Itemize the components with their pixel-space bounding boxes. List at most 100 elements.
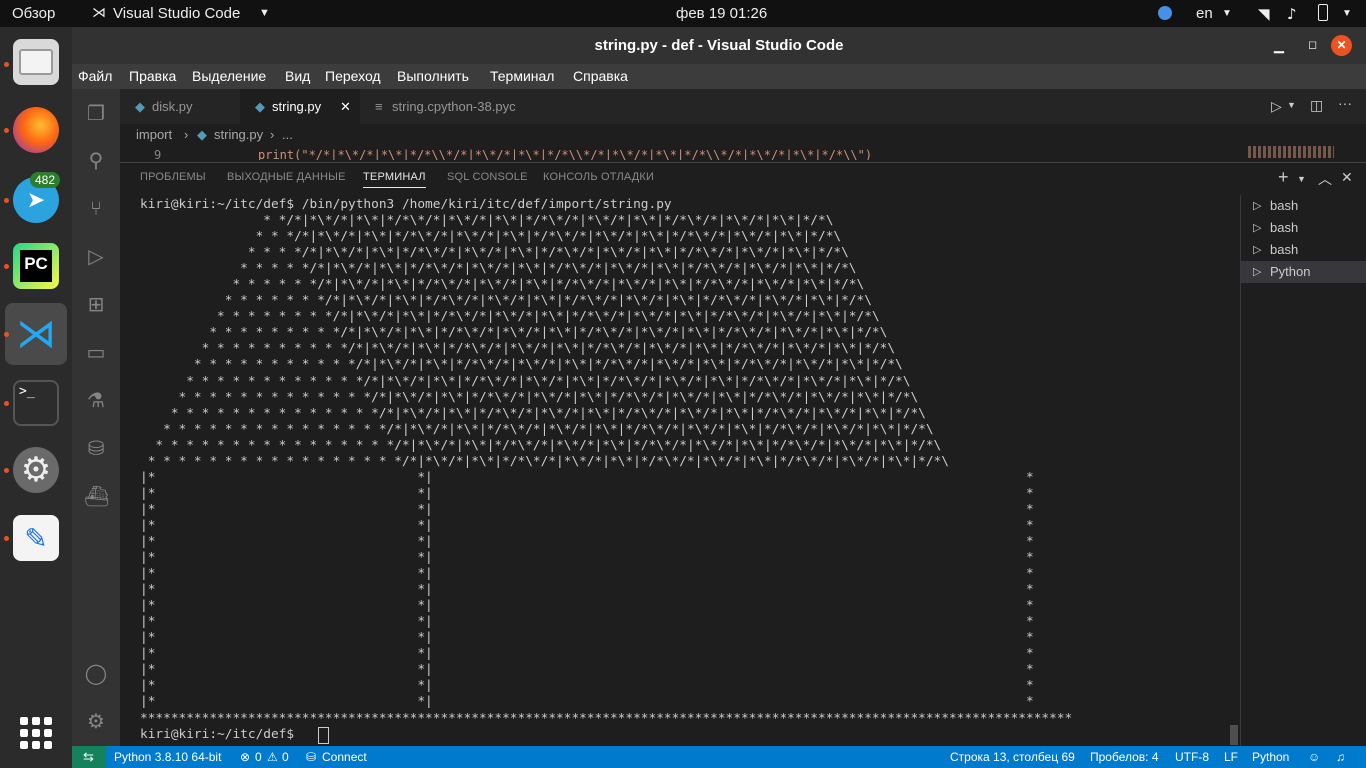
terminal-cursor xyxy=(318,727,329,744)
breadcrumb-file[interactable]: string.py xyxy=(214,124,263,146)
chevron-right-icon: › xyxy=(184,127,189,142)
menu-view[interactable]: Вид xyxy=(285,68,310,84)
wifi-icon[interactable]: ◥ xyxy=(1258,5,1270,23)
menu-go[interactable]: Переход xyxy=(325,68,381,84)
bottom-panel: ПРОБЛЕМЫ ВЫХОДНЫЕ ДАННЫЕ ТЕРМИНАЛ SQL CO… xyxy=(120,162,1366,747)
search-icon[interactable]: ⚲ xyxy=(84,148,108,172)
feedback-icon[interactable]: ☺ xyxy=(1308,750,1320,764)
database-icon[interactable]: ⛁ xyxy=(84,436,108,460)
running-indicator xyxy=(4,264,9,269)
terminal-session-active[interactable]: ▷ Python xyxy=(1241,261,1366,283)
close-panel-icon[interactable]: ✕ xyxy=(1341,169,1353,186)
run-options-chevron-icon[interactable]: ▼ xyxy=(1287,100,1296,110)
tab-disk-py[interactable]: ◆ disk.py xyxy=(120,89,240,124)
notification-icon[interactable] xyxy=(1158,6,1172,20)
firefox-icon[interactable] xyxy=(13,107,59,153)
menu-help[interactable]: Справка xyxy=(573,68,628,84)
indentation[interactable]: Пробелов: 4 xyxy=(1090,750,1159,764)
breadcrumb: import › ◆ string.py › ... xyxy=(120,124,1366,146)
minimap[interactable] xyxy=(1248,146,1334,158)
run-python-file-icon[interactable]: ▷ xyxy=(1271,98,1282,115)
session-label: bash xyxy=(1270,242,1299,257)
tab-output[interactable]: ВЫХОДНЫЕ ДАННЫЕ xyxy=(227,171,346,183)
maximize-panel-icon[interactable]: ︿ xyxy=(1318,169,1332,189)
vscode-icon[interactable]: ⋊ xyxy=(13,311,59,357)
app-menu[interactable]: Visual Studio Code xyxy=(113,5,240,22)
remote-explorer-icon[interactable]: ▭ xyxy=(84,340,108,364)
encoding[interactable]: UTF-8 xyxy=(1175,750,1209,764)
menu-run[interactable]: Выполнить xyxy=(397,68,469,84)
breadcrumb-symbol[interactable]: ... xyxy=(282,124,293,146)
extensions-icon[interactable]: ⊞ xyxy=(84,292,108,316)
show-applications-icon[interactable] xyxy=(20,717,52,749)
language-chevron-icon[interactable]: ▼ xyxy=(1222,8,1232,19)
terminal-scrollbar[interactable] xyxy=(1230,725,1238,745)
clock[interactable]: фев 19 01:26 xyxy=(676,5,767,22)
close-window-icon[interactable]: ✕ xyxy=(1331,35,1352,56)
pycharm-icon[interactable]: PC xyxy=(13,243,59,289)
terminal-session[interactable]: ▷ bash xyxy=(1241,217,1366,239)
running-indicator xyxy=(4,128,9,133)
more-actions-icon[interactable]: ··· xyxy=(1338,95,1352,111)
manage-gear-icon[interactable]: ⚙ xyxy=(84,709,108,733)
vscode-app-icon: ⋊ xyxy=(92,5,106,21)
python-interpreter[interactable]: Python 3.8.10 64-bit xyxy=(114,750,221,764)
end-of-line[interactable]: LF xyxy=(1224,750,1238,764)
breadcrumb-folder[interactable]: import xyxy=(136,124,172,146)
system-top-bar: Обзор ⋊ Visual Studio Code ▼ фев 19 01:2… xyxy=(0,0,1366,27)
source-control-icon[interactable]: ⑂ xyxy=(84,196,108,220)
explorer-icon[interactable]: ❐ xyxy=(84,101,108,125)
app-menu-chevron-icon[interactable]: ▼ xyxy=(259,7,270,19)
close-tab-icon[interactable]: ✕ xyxy=(340,89,351,124)
menu-file[interactable]: Файл xyxy=(78,68,112,84)
code-editor[interactable]: 9 print("*/*|*\*/*|*\*|*/*\\*/*|*\*/*|*\… xyxy=(120,146,1366,160)
testing-icon[interactable]: ⚗ xyxy=(84,388,108,412)
connect-button[interactable]: Connect xyxy=(322,750,367,764)
text-editor-icon[interactable]: ✎ xyxy=(13,515,59,561)
docker-icon[interactable]: ⛴ xyxy=(84,484,109,508)
files-icon[interactable] xyxy=(13,39,59,85)
terminal-options-chevron-icon[interactable]: ▼ xyxy=(1297,174,1306,184)
maximize-icon[interactable]: ◻ xyxy=(1308,27,1317,64)
terminal-icon: ▷ xyxy=(1253,244,1262,256)
split-editor-icon[interactable]: ◫ xyxy=(1310,97,1323,114)
tab-sql-console[interactable]: SQL CONSOLE xyxy=(447,171,528,183)
tab-problems[interactable]: ПРОБЛЕМЫ xyxy=(140,171,206,183)
activities-button[interactable]: Обзор xyxy=(12,5,55,22)
tab-string-py[interactable]: ◆ string.py ✕ xyxy=(240,89,360,124)
menu-terminal[interactable]: Терминал xyxy=(490,68,554,84)
minimize-icon[interactable]: ▁ xyxy=(1274,27,1284,64)
tab-terminal[interactable]: ТЕРМИНАЛ xyxy=(363,171,426,188)
remote-indicator[interactable]: ⇆ xyxy=(72,746,106,768)
tab-debug-console[interactable]: КОНСОЛЬ ОТЛАДКИ xyxy=(543,171,654,183)
terminal-session[interactable]: ▷ bash xyxy=(1241,239,1366,261)
warning-icon[interactable]: ⚠ xyxy=(267,750,278,764)
language-mode[interactable]: Python xyxy=(1252,750,1289,764)
telegram-badge: 482 xyxy=(30,172,61,188)
terminal-icon[interactable]: >_ xyxy=(13,380,59,426)
system-menu-chevron-icon[interactable]: ▼ xyxy=(1342,8,1352,19)
battery-icon[interactable] xyxy=(1318,4,1328,21)
notifications-bell-icon[interactable]: ♫ xyxy=(1336,750,1345,764)
error-count[interactable]: 0 xyxy=(255,750,262,764)
dock: ➤ 482 PC ⋊ >_ ⚙ ✎ xyxy=(0,27,72,768)
remote-icon: ⇆ xyxy=(83,749,94,764)
menu-edit[interactable]: Правка xyxy=(129,68,176,84)
terminal-output[interactable]: kiri@kiri:~/itc/def$ /bin/python3 /home/… xyxy=(140,197,1250,745)
run-debug-icon[interactable]: ▷ xyxy=(84,244,108,268)
error-icon[interactable]: ⊗ xyxy=(240,750,250,764)
new-terminal-icon[interactable]: + xyxy=(1278,167,1289,188)
language-indicator[interactable]: en xyxy=(1196,5,1213,22)
python-file-icon: ◆ xyxy=(197,127,207,142)
terminal-icon: ▷ xyxy=(1253,266,1262,278)
terminal-session[interactable]: ▷ bash xyxy=(1241,195,1366,217)
tab-string-pyc[interactable]: ≡ string.cpython-38.pyc xyxy=(360,89,538,124)
warning-count[interactable]: 0 xyxy=(282,750,289,764)
session-label: bash xyxy=(1270,198,1299,213)
menu-selection[interactable]: Выделение xyxy=(192,68,266,84)
database-icon[interactable]: ⛁ xyxy=(306,750,316,764)
volume-icon[interactable]: ♪ xyxy=(1287,5,1297,23)
cursor-position[interactable]: Строка 13, столбец 69 xyxy=(950,750,1075,764)
settings-icon[interactable]: ⚙ xyxy=(13,447,59,493)
accounts-icon[interactable]: ◯ xyxy=(84,661,108,685)
